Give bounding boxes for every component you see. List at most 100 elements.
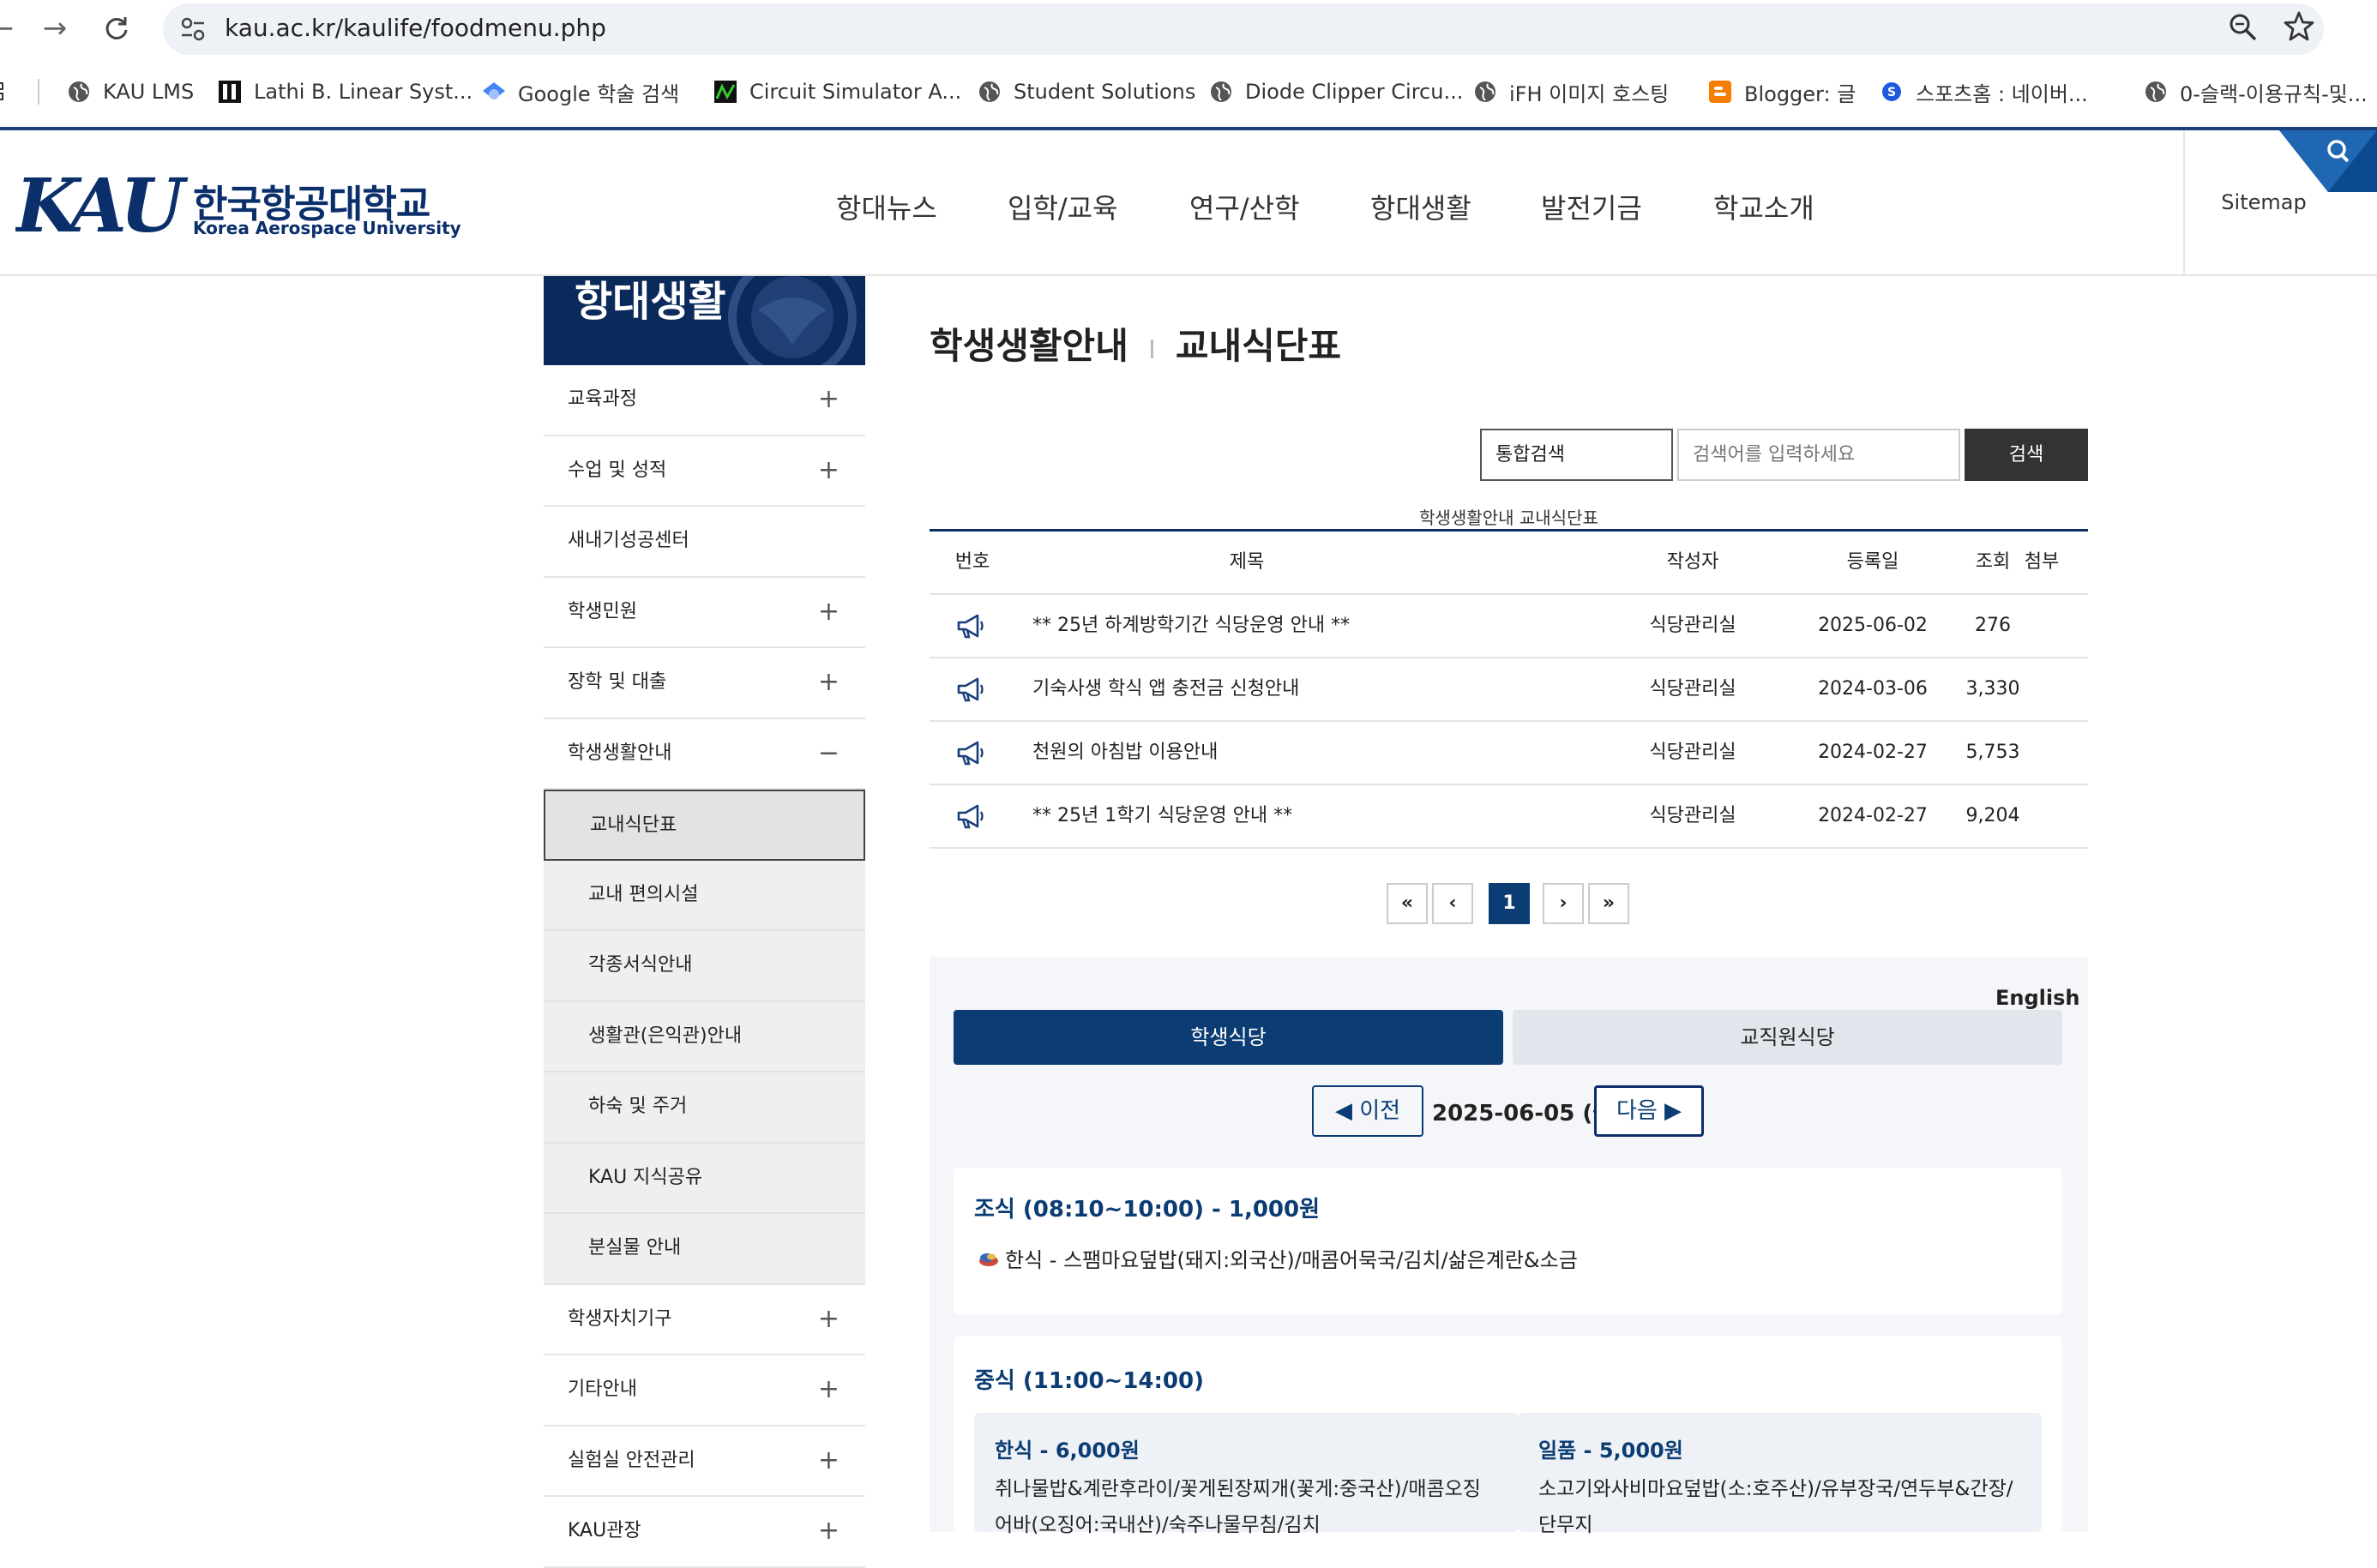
forward-icon[interactable]: → (34, 9, 75, 48)
page-current-button[interactable]: 1 (1489, 883, 1530, 924)
bookmark-label: iFH 이미지 호스팅 (1509, 81, 1670, 106)
bookmark-label: Student Solutions (1014, 80, 1196, 104)
page-last-button[interactable]: » (1588, 883, 1629, 924)
search-scope-select[interactable]: 통합검색 (1480, 429, 1673, 481)
sidebar-subitem-facilities[interactable]: 교내 편의시설 (544, 860, 865, 931)
sidebar-subitem-food-menu[interactable]: 교내식단표 (544, 790, 865, 861)
table-row[interactable]: ** 25년 1학기 식당운영 안내 ** 식당관리실 2024-02-27 9… (930, 785, 2088, 849)
header-search-button[interactable] (2279, 130, 2377, 192)
zoom-icon[interactable] (2228, 12, 2259, 43)
post-title-link[interactable]: ** 25년 하계방학기간 식당운영 안내 ** (1032, 595, 1461, 657)
plus-icon[interactable]: + (818, 1285, 839, 1354)
minus-icon[interactable]: − (818, 719, 839, 788)
bookmark-student-solutions[interactable]: Student Solutions (978, 77, 1195, 106)
prev-day-button[interactable]: ◀ 이전 (1312, 1085, 1423, 1137)
sidebar-item-classes-grades[interactable]: 수업 및 성적 + (544, 436, 865, 507)
page-first-button[interactable]: « (1387, 883, 1428, 924)
gnb-news[interactable]: 항대뉴스 (836, 187, 937, 226)
reload-icon[interactable] (96, 9, 137, 48)
kau-logo-mark: KAU (13, 163, 196, 249)
plus-icon[interactable]: + (818, 648, 839, 717)
lunch-title: 중식 (11:00~14:00) (974, 1368, 1204, 1394)
post-title-link[interactable]: 천원의 아침밥 이용안내 (1032, 722, 1461, 784)
globe-icon (979, 81, 1000, 102)
gnb-campus-life[interactable]: 항대생활 (1370, 187, 1471, 226)
bookmark-naver-sports[interactable]: S 스포츠홈 : 네이버... (1880, 77, 2088, 106)
sidebar-item-freshman-center[interactable]: 새내기성공센터 (544, 507, 865, 578)
next-day-button[interactable]: 다음 ▶ (1594, 1085, 1704, 1137)
bookmark-lathi[interactable]: Lathi B. Linear Syst... (218, 77, 472, 106)
bookmark-label: Circuit Simulator A... (749, 80, 962, 104)
breadcrumb-parent: 학생생활안내 (930, 325, 1128, 367)
table-row[interactable]: 천원의 아침밥 이용안내 식당관리실 2024-02-27 5,753 (930, 722, 2088, 785)
sidebar-item-lab-safety[interactable]: 실험실 안전관리 + (544, 1427, 865, 1497)
post-views: 3,330 (1965, 678, 2020, 700)
bookmark-kau-lms[interactable]: KAU LMS (67, 77, 194, 106)
sidebar-item-label: 장학 및 대출 (568, 671, 667, 693)
bookmark-label: Blogger: 글 (1744, 81, 1856, 106)
plus-icon[interactable]: + (818, 578, 839, 646)
bookmark-circuit-simulator[interactable]: Circuit Simulator A... (713, 77, 961, 106)
bookmark-google-scholar[interactable]: Google 학술 검색 (482, 77, 679, 106)
bookmark-slack-rules[interactable]: 0-슬랙-이용규칙-및... (2144, 77, 2368, 106)
lunch-card: 중식 (11:00~14:00) 한식 - 6,000원 취나물밥&계란후라이/… (954, 1336, 2062, 1536)
col-title: 제목 (1229, 551, 1265, 573)
bookmark-ifh[interactable]: iFH 이미지 호스팅 (1473, 77, 1669, 106)
sidebar-title: 항대생활 (575, 278, 726, 326)
col-attach: 첨부 (2024, 551, 2060, 573)
sidebar-item-label: 수업 및 성적 (568, 459, 667, 481)
breakfast-menu: 한식 - 스팸마요덮밥(돼지:외국산)/매콤어묵국/김치/삶은계란&소금 (978, 1243, 1578, 1273)
lunch-single-card: 일품 - 5,000원 소고기와사비마요덮밥(소:호주산)/유부장국/연두부&간… (1518, 1413, 2042, 1536)
post-title-link[interactable]: ** 25년 1학기 식당운영 안내 ** (1032, 785, 1461, 847)
lunch-single-title: 일품 - 5,000원 (1538, 1439, 1683, 1463)
tab-student-cafeteria[interactable]: 학생식당 (954, 1010, 1503, 1065)
plus-icon[interactable]: + (818, 1427, 839, 1495)
gnb-fund[interactable]: 발전기금 (1541, 187, 1642, 226)
back-icon[interactable]: ← (0, 9, 22, 48)
sidebar-subitem-knowledge-share[interactable]: KAU 지식공유 (544, 1143, 865, 1214)
plus-icon[interactable]: + (818, 1355, 839, 1424)
sidebar-item-label: KAU관장 (568, 1520, 641, 1541)
bookmark-label: Diode Clipper Circu... (1245, 80, 1464, 104)
col-writer: 작성자 (1666, 551, 1719, 573)
sidebar-item-student-council[interactable]: 학생자치기구 + (544, 1285, 865, 1355)
gnb-research[interactable]: 연구/산학 (1189, 187, 1300, 226)
page-title-text: 교내식단표 (1175, 325, 1342, 367)
sidebar-item-student-life-guide[interactable]: 학생생활안내 − (544, 719, 865, 790)
plus-icon[interactable]: + (818, 365, 839, 434)
post-views: 9,204 (1965, 805, 2020, 826)
page-next-button[interactable]: › (1543, 883, 1584, 924)
url-text[interactable]: kau.ac.kr/kaulife/foodmenu.php (225, 13, 606, 44)
plus-icon[interactable]: + (818, 1497, 839, 1565)
sidebar-item-student-services[interactable]: 학생민원 + (544, 578, 865, 648)
table-header: 번호 제목 작성자 등록일 조회 첨부 (930, 532, 2088, 595)
sidebar-subitem-dormitory[interactable]: 생활관(은익관)안내 (544, 1001, 865, 1072)
site-header: KAU 한국항공대학교 Korea Aerospace University 항… (0, 130, 2377, 276)
post-title-link[interactable]: 기숙사생 학식 앱 충전금 신청안내 (1032, 658, 1461, 720)
sidebar-subitem-housing[interactable]: 하숙 및 주거 (544, 1072, 865, 1144)
table-row[interactable]: 기숙사생 학식 앱 충전금 신청안내 식당관리실 2024-03-06 3,33… (930, 658, 2088, 722)
site-info-icon[interactable] (177, 12, 211, 46)
sidebar-subitem-label: KAU 지식공유 (588, 1166, 703, 1188)
gnb-about[interactable]: 학교소개 (1713, 187, 1814, 226)
sidebar-item-label: 실험실 안전관리 (568, 1449, 695, 1471)
gnb-admission[interactable]: 입학/교육 (1008, 187, 1118, 226)
sidebar-subitem-forms[interactable]: 각종서식안내 (544, 931, 865, 1002)
bookmark-blogger[interactable]: Blogger: 글 (1708, 77, 1856, 106)
bookmark-star-icon[interactable] (2283, 10, 2315, 43)
circuit-icon (714, 81, 737, 103)
table-row[interactable]: ** 25년 하계방학기간 식당운영 안내 ** 식당관리실 2025-06-0… (930, 595, 2088, 658)
tab-staff-cafeteria[interactable]: 교직원식당 (1513, 1010, 2062, 1065)
bookmark-diode-clipper[interactable]: Diode Clipper Circu... (1209, 77, 1463, 106)
apps-icon[interactable] (0, 77, 12, 106)
search-button[interactable]: 검색 (1965, 429, 2088, 481)
english-link[interactable]: English (1995, 986, 2079, 1010)
page-prev-button[interactable]: ‹ (1432, 883, 1473, 924)
sidebar-item-etc[interactable]: 기타안내 + (544, 1355, 865, 1427)
search-input[interactable] (1677, 429, 1960, 481)
plus-icon[interactable]: + (818, 436, 839, 505)
sidebar-item-curriculum[interactable]: 교육과정 + (544, 365, 865, 436)
sidebar-item-scholarship[interactable]: 장학 및 대출 + (544, 648, 865, 719)
sidebar-subitem-lost-found[interactable]: 분실물 안내 (544, 1214, 865, 1285)
sidebar-item-kau-museum[interactable]: KAU관장 + (544, 1497, 865, 1568)
